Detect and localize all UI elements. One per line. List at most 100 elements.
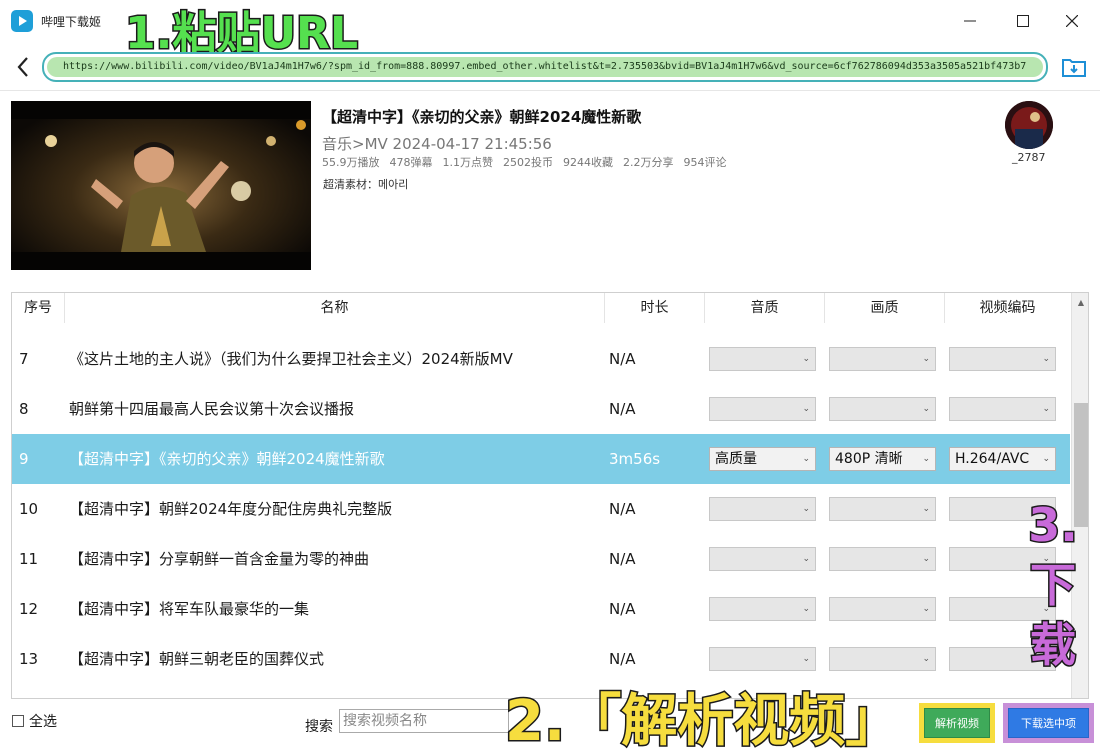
row-index: 12: [19, 600, 39, 618]
download-selected-button[interactable]: 下载选中项: [1008, 708, 1089, 738]
uploader-avatar[interactable]: [1005, 101, 1053, 149]
maximize-button[interactable]: [1003, 6, 1043, 36]
stat-views: 55.9万播放: [322, 156, 380, 169]
audio-select[interactable]: ⌄: [709, 397, 816, 421]
codec-select[interactable]: ⌄: [949, 347, 1056, 371]
chevron-down-icon: ⌄: [922, 404, 930, 414]
chevron-down-icon: ⌄: [922, 554, 930, 564]
table-row[interactable]: 7 《这片土地的主人说》（我们为什么要捍卫社会主义）2024新版MV N/A ⌄…: [12, 334, 1070, 384]
select-all-label: 全选: [29, 714, 57, 730]
row-index: 7: [19, 350, 29, 368]
audio-value: 高质量: [715, 451, 757, 467]
download-folder-icon: [1062, 59, 1086, 77]
header-name[interactable]: 名称: [65, 293, 605, 323]
annotation-step2: 2.「解析视频」: [503, 688, 902, 750]
download-folder-button[interactable]: [1061, 54, 1087, 80]
codec-select[interactable]: H.264/AVC ⌄: [949, 447, 1056, 471]
audio-select[interactable]: ⌄: [709, 647, 816, 671]
video-title: 【超清中字】《亲切的父亲》朝鲜2024魔性新歌: [322, 108, 642, 126]
header-audio[interactable]: 音质: [705, 293, 825, 323]
quality-select[interactable]: 480P 清晰 ⌄: [829, 447, 936, 471]
stat-danmaku: 478弹幕: [389, 156, 433, 169]
audio-select[interactable]: 高质量 ⌄: [709, 447, 816, 471]
quality-select[interactable]: ⌄: [829, 597, 936, 621]
stat-coins: 2502投币: [503, 156, 553, 169]
chevron-down-icon: ⌄: [922, 654, 930, 664]
codec-select[interactable]: ⌄: [949, 397, 1056, 421]
table-row-selected[interactable]: 9 【超清中字】《亲切的父亲》朝鲜2024魔性新歌 3m56s 高质量 ⌄ 480…: [12, 434, 1070, 484]
app-logo-icon: [11, 10, 33, 32]
stat-comments: 954评论: [683, 156, 727, 169]
row-name: 【超清中字】《亲切的父亲》朝鲜2024魔性新歌: [69, 450, 385, 468]
row-duration: N/A: [609, 400, 636, 418]
row-duration: N/A: [609, 550, 636, 568]
parse-button-highlight: 解析视频: [919, 703, 995, 743]
scroll-up-icon[interactable]: ▲: [1072, 293, 1088, 311]
quality-select[interactable]: ⌄: [829, 647, 936, 671]
uploader-name[interactable]: _2787: [1012, 151, 1046, 164]
header-quality[interactable]: 画质: [825, 293, 945, 323]
row-index: 13: [19, 650, 39, 668]
search-label: 搜索: [305, 719, 333, 735]
row-name: 朝鲜第十四届最高人民会议第十次会议播报: [69, 400, 355, 418]
row-name: 【超清中字】将军车队最豪华的一集: [69, 600, 310, 618]
parse-video-button[interactable]: 解析视频: [924, 708, 990, 738]
chevron-down-icon: ⌄: [802, 504, 810, 514]
video-material: 超清素材：메아리: [323, 178, 409, 191]
video-meta: 音乐>MV 2024-04-17 21:45:56: [322, 135, 552, 153]
row-name: 《这片土地的主人说》（我们为什么要捍卫社会主义）2024新版MV: [69, 350, 513, 368]
quality-select[interactable]: ⌄: [829, 497, 936, 521]
quality-select[interactable]: ⌄: [829, 397, 936, 421]
audio-select[interactable]: ⌄: [709, 347, 816, 371]
url-text[interactable]: https://www.bilibili.com/video/BV1aJ4m1H…: [47, 57, 1043, 77]
table-row[interactable]: 8 朝鲜第十四届最高人民会议第十次会议播报 N/A ⌄ ⌄ ⌄: [12, 384, 1070, 434]
row-index: 10: [19, 500, 39, 518]
back-button[interactable]: [12, 54, 34, 80]
stat-shares: 2.2万分享: [623, 156, 674, 169]
minimize-button[interactable]: [950, 6, 990, 36]
table-row[interactable]: 12 【超清中字】将军车队最豪华的一集 N/A ⌄ ⌄ ⌄: [12, 584, 1070, 634]
video-thumbnail[interactable]: [11, 101, 311, 270]
select-all-checkbox[interactable]: 全选: [12, 711, 57, 731]
close-button[interactable]: [1052, 6, 1092, 36]
audio-select[interactable]: ⌄: [709, 547, 816, 571]
chevron-down-icon: ⌄: [802, 354, 810, 364]
window-title: 哔哩下载姬: [41, 15, 102, 29]
chevron-down-icon: ⌄: [802, 454, 810, 464]
row-index: 11: [19, 550, 39, 568]
quality-select[interactable]: ⌄: [829, 547, 936, 571]
chevron-down-icon: ⌄: [802, 604, 810, 614]
chevron-down-icon: ⌄: [1042, 354, 1050, 364]
table-row[interactable]: 11 【超清中字】分享朝鲜一首含金量为零的神曲 N/A ⌄ ⌄ ⌄: [12, 534, 1070, 584]
table-row[interactable]: 10 【超清中字】朝鲜2024年度分配住房典礼完整版 N/A ⌄ ⌄ ⌄: [12, 484, 1070, 534]
row-index: 8: [19, 400, 29, 418]
stat-likes: 1.1万点赞: [442, 156, 494, 169]
header-divider: [0, 90, 1100, 91]
back-arrow-icon: [17, 57, 28, 77]
quality-select[interactable]: ⌄: [829, 347, 936, 371]
chevron-down-icon: ⌄: [802, 554, 810, 564]
row-name: 【超清中字】分享朝鲜一首含金量为零的神曲: [69, 550, 370, 568]
video-stats: 55.9万播放 478弹幕 1.1万点赞 2502投币 9244收藏 2.2万分…: [322, 154, 727, 170]
row-duration: 3m56s: [609, 450, 661, 468]
table-header: 序号 名称 时长 音质 画质 视频编码: [12, 293, 1070, 323]
chevron-down-icon: ⌄: [922, 504, 930, 514]
row-duration: N/A: [609, 350, 636, 368]
stat-favorites: 9244收藏: [563, 156, 613, 169]
header-duration[interactable]: 时长: [605, 293, 705, 323]
chevron-down-icon: ⌄: [922, 454, 930, 464]
row-duration: N/A: [609, 600, 636, 618]
row-duration: N/A: [609, 500, 636, 518]
row-index: 9: [19, 450, 29, 468]
header-index[interactable]: 序号: [12, 293, 65, 323]
audio-select[interactable]: ⌄: [709, 497, 816, 521]
header-codec[interactable]: 视频编码: [945, 293, 1070, 323]
download-button-highlight: 下载选中项: [1003, 703, 1094, 743]
chevron-down-icon: ⌄: [802, 404, 810, 414]
url-input[interactable]: https://www.bilibili.com/video/BV1aJ4m1H…: [42, 52, 1048, 82]
audio-select[interactable]: ⌄: [709, 597, 816, 621]
quality-value: 480P 清晰: [835, 451, 903, 467]
chevron-down-icon: ⌄: [1042, 404, 1050, 414]
search-input[interactable]: [339, 709, 509, 733]
checkbox-box[interactable]: [12, 715, 24, 727]
